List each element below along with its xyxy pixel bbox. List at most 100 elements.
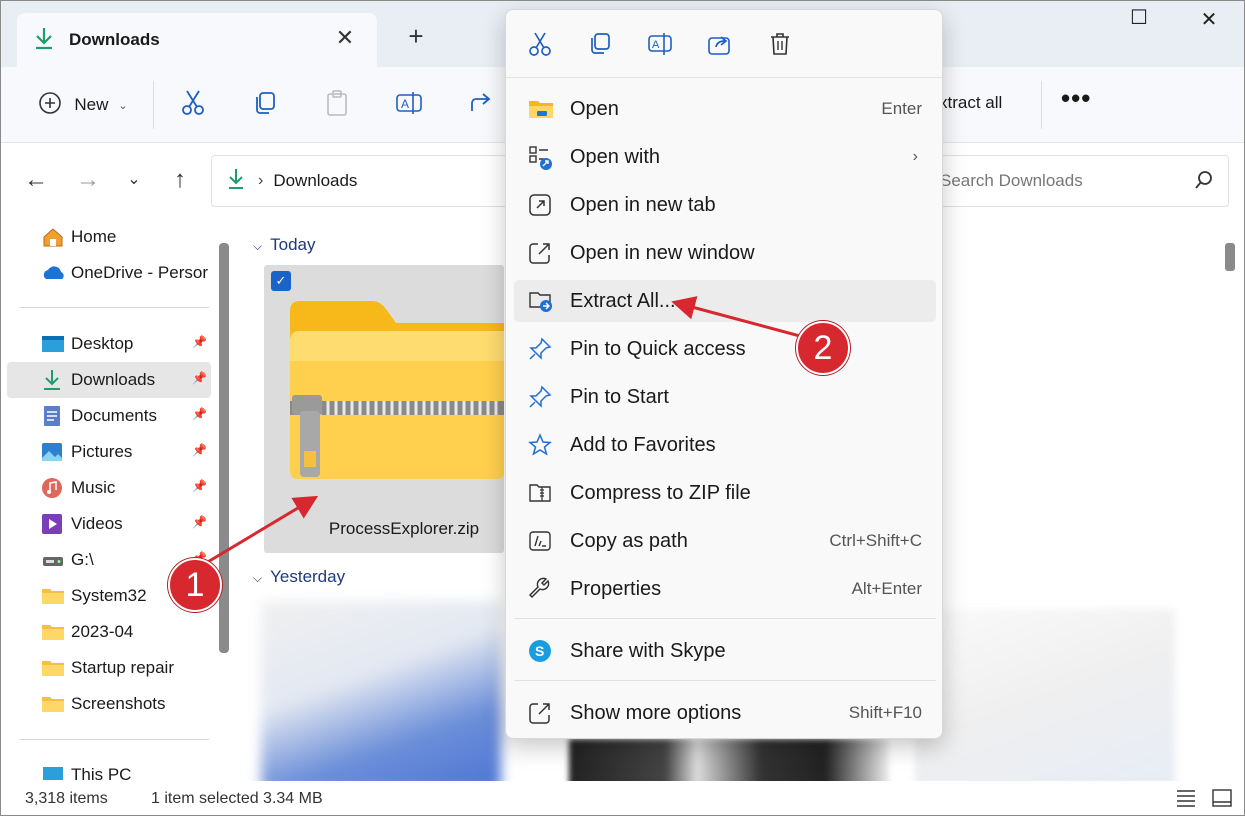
menu-item-open-with[interactable]: Open with › <box>514 136 936 178</box>
menu-item-shortcut: Shift+F10 <box>848 703 922 722</box>
content-scrollbar[interactable] <box>1225 243 1235 271</box>
open-with-icon <box>528 145 554 171</box>
menu-item-label: Open in new window <box>570 241 755 264</box>
pin-icon[interactable]: 📌 <box>192 371 207 385</box>
sidebar-item-startup-repair[interactable]: Startup repair <box>7 650 211 686</box>
file-item-processexplorer[interactable]: ✓ ProcessExplorer.zip <box>264 265 504 553</box>
zip-icon <box>528 481 554 507</box>
menu-item-label: Extract All... <box>570 289 676 312</box>
breadcrumb-downloads[interactable]: Downloads <box>273 171 357 191</box>
group-header-yesterday[interactable]: ⌵ Yesterday <box>253 567 345 587</box>
cut-button[interactable] <box>177 67 209 143</box>
details-view-icon[interactable] <box>1175 788 1197 813</box>
share-icon[interactable] <box>704 28 736 60</box>
chevron-down-icon: ⌵ <box>253 571 263 585</box>
chevron-right-icon: › <box>912 148 918 165</box>
menu-item-open-in-new-window[interactable]: Open in new window <box>514 232 936 274</box>
file-explorer-window: Downloads ✕ + ☐ ✕ New ⌄ A xtract all •••… <box>0 0 1245 816</box>
pin-icon[interactable]: 📌 <box>192 443 207 457</box>
context-menu-toolbar: A <box>506 10 942 78</box>
menu-item-properties[interactable]: Properties Alt+Enter <box>514 568 936 610</box>
sidebar-item-downloads[interactable]: Downloads 📌 <box>7 362 211 398</box>
menu-item-share-with-skype[interactable]: S Share with Skype <box>514 630 936 672</box>
recent-locations-chevron-icon[interactable]: ⌄ <box>117 163 151 197</box>
new-button[interactable]: New ⌄ <box>23 67 143 143</box>
maximize-button[interactable]: ☐ <box>1119 5 1159 30</box>
share-icon <box>468 91 494 120</box>
menu-item-show-more-options[interactable]: Show more options Shift+F10 <box>514 692 936 734</box>
delete-icon[interactable] <box>764 28 796 60</box>
skype-icon: S <box>528 639 554 665</box>
sidebar-item-this-pc[interactable]: This PC <box>7 757 211 781</box>
file-thumbnail-blurred[interactable] <box>915 609 1175 781</box>
close-window-button[interactable]: ✕ <box>1189 7 1229 32</box>
menu-item-pin-to-start[interactable]: Pin to Start <box>514 376 936 418</box>
menu-item-pin-to-quick-access[interactable]: Pin to Quick access <box>514 328 936 370</box>
menu-item-label: Compress to ZIP file <box>570 481 751 504</box>
tiles-view-icon[interactable] <box>1211 788 1233 813</box>
pin-icon[interactable]: 📌 <box>192 335 207 349</box>
more-options-button[interactable]: ••• <box>1061 83 1091 114</box>
sidebar-item-label: Home <box>71 227 117 246</box>
menu-item-add-to-favorites[interactable]: Add to Favorites <box>514 424 936 466</box>
sidebar-item-label: This PC <box>71 765 132 781</box>
sidebar-item-music[interactable]: Music 📌 <box>7 470 211 506</box>
up-arrow-icon[interactable]: ↑ <box>163 163 197 197</box>
sidebar-item-label: G:\ <box>71 550 94 569</box>
sidebar-item-documents[interactable]: Documents 📌 <box>7 398 211 434</box>
back-arrow-icon[interactable]: ← <box>19 163 53 197</box>
menu-item-compress-to-zip[interactable]: Compress to ZIP file <box>514 472 936 514</box>
checkbox-checked-icon[interactable]: ✓ <box>271 271 291 291</box>
share-button[interactable] <box>465 67 497 143</box>
copy-icon <box>252 90 278 121</box>
paste-icon <box>324 89 350 122</box>
copy-icon[interactable] <box>584 28 616 60</box>
scissors-icon <box>180 89 206 122</box>
new-tab-button[interactable]: + <box>401 21 431 52</box>
file-thumbnail-blurred[interactable] <box>569 739 889 781</box>
menu-item-extract-all[interactable]: Extract All... <box>514 280 936 322</box>
menu-item-shortcut: Ctrl+Shift+C <box>829 531 922 550</box>
file-thumbnail-blurred[interactable] <box>261 601 501 781</box>
sidebar-item-pictures[interactable]: Pictures 📌 <box>7 434 211 470</box>
more-options-icon <box>528 701 554 727</box>
menu-item-label: Add to Favorites <box>570 433 716 456</box>
pictures-icon <box>41 441 65 463</box>
paste-button[interactable] <box>321 67 353 143</box>
sidebar-item-videos[interactable]: Videos 📌 <box>7 506 211 542</box>
new-label: New <box>74 95 109 114</box>
copy-button[interactable] <box>249 67 281 143</box>
close-tab-icon[interactable]: ✕ <box>333 25 357 51</box>
pin-icon[interactable]: 📌 <box>192 479 207 493</box>
search-icon <box>1194 170 1214 195</box>
sidebar-item-desktop[interactable]: Desktop 📌 <box>7 326 211 362</box>
forward-arrow-icon[interactable]: → <box>71 163 105 197</box>
extract-all-button[interactable]: xtract all <box>939 93 1002 113</box>
search-placeholder: Search Downloads <box>940 171 1083 190</box>
menu-item-open[interactable]: Open Enter <box>514 88 936 130</box>
menu-item-label: Pin to Quick access <box>570 337 746 360</box>
tab-downloads[interactable]: Downloads ✕ <box>17 13 377 67</box>
sidebar-item-2023-04[interactable]: 2023-04 <box>7 614 211 650</box>
wrench-icon <box>528 577 554 603</box>
folder-icon <box>41 693 65 715</box>
pin-icon[interactable]: 📌 <box>192 515 207 529</box>
sidebar-item-label: Screenshots <box>71 694 166 713</box>
rename-button[interactable]: A <box>393 67 425 143</box>
search-box[interactable]: Search Downloads <box>931 155 1229 207</box>
status-bar: 3,318 items 1 item selected 3.34 MB <box>1 781 1244 815</box>
menu-item-shortcut: Alt+Enter <box>851 579 922 598</box>
menu-item-copy-as-path[interactable]: Copy as path Ctrl+Shift+C <box>514 520 936 562</box>
sidebar-item-onedrive[interactable]: OneDrive - Persor <box>7 255 211 291</box>
pin-icon <box>528 385 554 411</box>
sidebar-item-label: Downloads <box>71 370 156 389</box>
pin-icon[interactable]: 📌 <box>192 407 207 421</box>
sidebar-item-screenshots[interactable]: Screenshots <box>7 686 211 722</box>
cut-icon[interactable] <box>524 28 556 60</box>
rename-icon[interactable]: A <box>644 28 676 60</box>
sidebar-item-home[interactable]: Home <box>7 219 211 255</box>
group-header-today[interactable]: ⌵ Today <box>253 235 315 255</box>
file-name: ProcessExplorer.zip <box>328 519 480 538</box>
menu-item-open-in-new-tab[interactable]: Open in new tab <box>514 184 936 226</box>
breadcrumb-separator-icon: › <box>258 172 264 189</box>
